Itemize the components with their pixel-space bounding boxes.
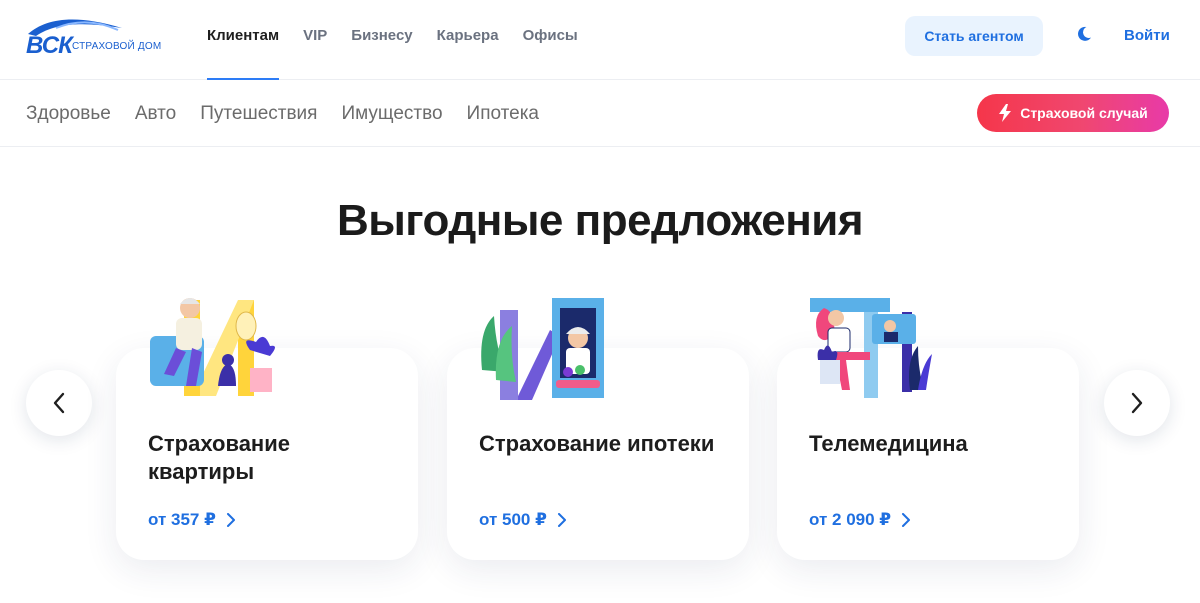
category-health[interactable]: Здоровье [26,103,111,125]
top-header: ВСК СТРАХОВОЙ ДОМ Клиентам VIP Бизнесу К… [0,0,1200,80]
offer-card-price[interactable]: от 357 ₽ [148,510,236,530]
chevron-right-icon [1131,392,1143,414]
chevron-right-icon [902,513,911,527]
chevron-right-icon [557,513,566,527]
nav-item-business[interactable]: Бизнесу [351,0,412,80]
chevron-left-icon [53,392,65,414]
lightning-icon [999,104,1012,122]
nav-item-clients[interactable]: Клиентам [207,0,280,80]
main-nav: Клиентам VIP Бизнесу Карьера Офисы [207,0,578,80]
man-with-cat-illustration [150,298,275,396]
nav-item-offices[interactable]: Офисы [523,0,578,80]
moon-icon[interactable] [1074,24,1094,44]
offer-price-text: от 357 ₽ [148,510,216,529]
category-property[interactable]: Имущество [341,103,442,125]
carousel-next-button[interactable] [1104,370,1170,436]
category-bar: Здоровье Авто Путешествия Имущество Ипот… [0,81,1200,147]
chevron-right-icon [226,513,235,527]
become-agent-button[interactable]: Стать агентом [905,16,1043,56]
offer-card-title: Страхование квартиры [148,431,290,484]
login-link[interactable]: Войти [1124,27,1170,44]
offers-carousel: Страхование квартиры от 357 ₽ Страховани… [0,290,1200,603]
insurance-claim-button[interactable]: Страховой случай [977,94,1169,132]
insurance-claim-label: Страховой случай [1020,105,1148,121]
page-title: Выгодные предложения [336,196,864,245]
category-nav: Здоровье Авто Путешествия Имущество Ипот… [26,81,539,147]
offer-card-price[interactable]: от 2 090 ₽ [809,510,911,530]
logo-subtitle: СТРАХОВОЙ ДОМ [72,41,162,52]
video-call-doctor-illustration [810,298,932,398]
logo[interactable]: ВСК СТРАХОВОЙ ДОМ [26,14,166,59]
offer-card-title: Телемедицина [809,431,968,456]
offer-card-title: Страхование ипотеки [479,431,715,456]
category-mortgage[interactable]: Ипотека [467,103,539,125]
woman-in-window-illustration [481,298,604,400]
nav-item-vip[interactable]: VIP [303,0,327,80]
nav-item-career[interactable]: Карьера [437,0,499,80]
offer-price-text: от 2 090 ₽ [809,510,892,529]
category-travel[interactable]: Путешествия [200,103,317,125]
carousel-prev-button[interactable] [26,370,92,436]
logo-text: ВСК [26,32,73,59]
offer-price-text: от 500 ₽ [479,510,547,529]
category-auto[interactable]: Авто [135,103,176,125]
offer-card-price[interactable]: от 500 ₽ [479,510,567,530]
